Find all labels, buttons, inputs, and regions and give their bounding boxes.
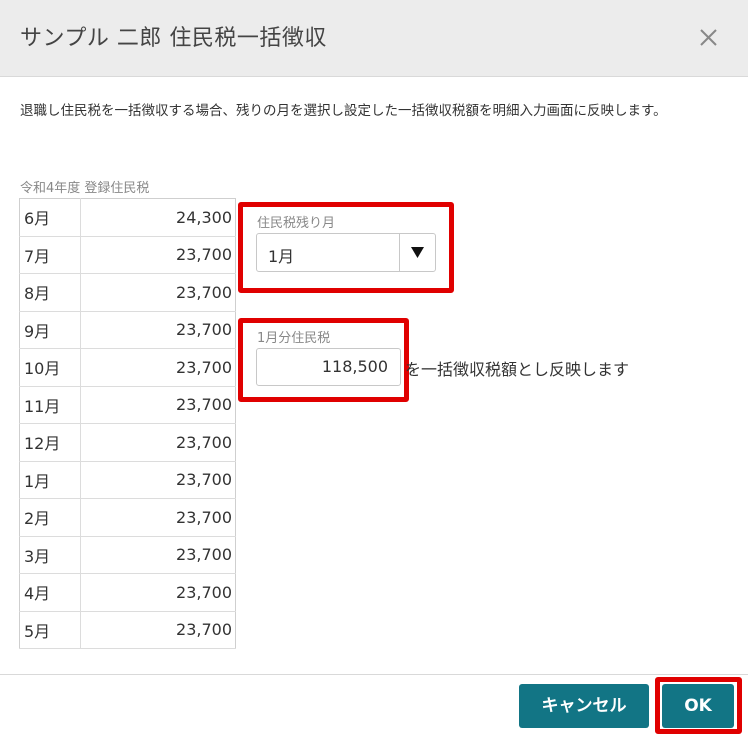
triangle-down-icon [411,247,424,258]
table-row: 6月 24,300 [19,198,236,237]
dialog-title: サンプル 二郎 住民税一括徴収 [20,26,327,51]
table-row: 10月 23,700 [19,348,236,387]
table-row: 2月 23,700 [19,498,236,537]
table-row: 11月 23,700 [19,386,236,424]
table-row: 8月 23,700 [19,273,236,312]
ok-button[interactable]: OK [662,684,734,728]
dialog-header: サンプル 二郎 住民税一括徴収 [0,0,748,77]
month-cell: 1月 [19,461,81,499]
remaining-month-label: 住民税残り月 [257,216,336,231]
month-cell: 6月 [19,198,81,237]
lump-sum-label: 1月分住民税 [257,331,331,346]
amount-cell: 23,700 [80,348,236,387]
table-row: 4月 23,700 [19,573,236,612]
amount-cell: 23,700 [80,498,236,537]
month-cell: 5月 [19,611,81,649]
table-row: 12月 23,700 [19,423,236,462]
close-button[interactable] [694,22,724,52]
lump-sum-suffix: を一括徴収税額とし反映します [405,360,630,379]
cancel-button[interactable]: キャンセル [519,684,649,728]
amount-cell: 23,700 [80,311,236,349]
table-row: 5月 23,700 [19,611,236,649]
footer-divider [0,674,748,675]
table-row: 1月 23,700 [19,461,236,499]
table-row: 3月 23,700 [19,536,236,574]
month-cell: 2月 [19,498,81,537]
remaining-month-value: 1月 [268,247,295,266]
amount-cell: 23,700 [80,386,236,424]
dropdown-toggle[interactable] [399,234,435,271]
month-cell: 8月 [19,273,81,312]
month-cell: 12月 [19,423,81,462]
month-cell: 11月 [19,386,81,424]
table-row: 7月 23,700 [19,236,236,274]
amount-cell: 23,700 [80,236,236,274]
table-caption: 令和4年度 登録住民税 [20,181,150,196]
table-row: 9月 23,700 [19,311,236,349]
month-cell: 9月 [19,311,81,349]
month-cell: 4月 [19,573,81,612]
month-cell: 3月 [19,536,81,574]
month-cell: 10月 [19,348,81,387]
close-icon [700,29,717,46]
amount-cell: 23,700 [80,273,236,312]
amount-cell: 24,300 [80,198,236,237]
amount-cell: 23,700 [80,423,236,462]
dialog-description: 退職し住民税を一括徴収する場合、残りの月を選択し設定した一括徴収税額を明細入力画… [20,103,667,119]
amount-cell: 23,700 [80,536,236,574]
amount-cell: 23,700 [80,461,236,499]
month-cell: 7月 [19,236,81,274]
registered-tax-table: 6月 24,300 7月 23,700 8月 23,700 9月 23,700 10月 23,70… [19,198,236,649]
lump-sum-input[interactable]: 118,500 [256,348,401,386]
remaining-month-select[interactable]: 1月 [256,233,436,272]
amount-cell: 23,700 [80,611,236,649]
amount-cell: 23,700 [80,573,236,612]
